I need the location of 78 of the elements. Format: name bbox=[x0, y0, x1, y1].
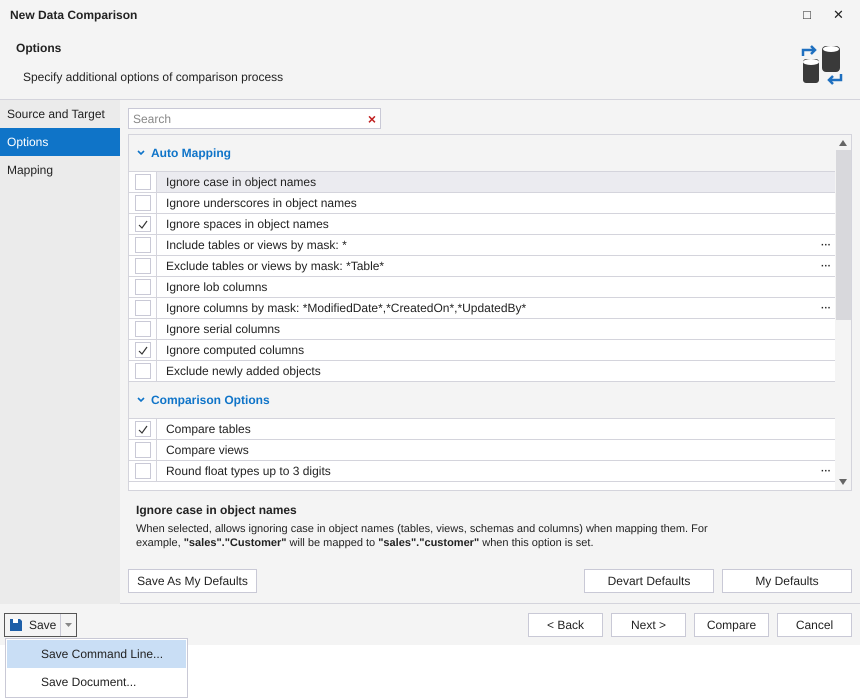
option-label: Round float types up to 3 digits bbox=[166, 463, 331, 480]
option-label: Ignore serial columns bbox=[166, 321, 280, 338]
save-label: Save bbox=[29, 616, 56, 634]
option-label: Ignore case in object names bbox=[166, 174, 316, 191]
option-label: Ignore columns by mask: *ModifiedDate*,*CreatedOn*,*UpdatedBy* bbox=[166, 300, 526, 317]
option-label: Ignore underscores in object names bbox=[166, 195, 357, 212]
devart-defaults-button[interactable]: Devart Defaults bbox=[584, 569, 714, 593]
group-title: Auto Mapping bbox=[151, 145, 231, 162]
page-subtitle: Specify additional options of comparison process bbox=[23, 69, 284, 86]
checkbox[interactable] bbox=[134, 463, 150, 479]
option-row[interactable]: Ignore underscores in object names bbox=[157, 193, 835, 213]
checkbox[interactable] bbox=[134, 279, 150, 295]
option-label: Exclude newly added objects bbox=[166, 363, 321, 380]
option-label: Exclude tables or views by mask: *Table* bbox=[166, 258, 384, 275]
chevron-icon[interactable] bbox=[137, 397, 145, 403]
window-title: New Data Comparison bbox=[10, 7, 138, 24]
ellipsis-button[interactable]: ··· bbox=[821, 300, 831, 316]
save-defaults-button[interactable]: Save As My Defaults bbox=[128, 569, 257, 593]
page-title: Options bbox=[16, 40, 62, 57]
checkmark-icon bbox=[138, 346, 148, 354]
cancel-button[interactable]: Cancel bbox=[777, 612, 852, 636]
next-button[interactable]: Next > bbox=[611, 612, 686, 636]
compare-button[interactable]: Compare bbox=[694, 612, 769, 636]
menu-item[interactable]: Save Command Line... bbox=[7, 640, 186, 668]
option-label: Include tables or views by mask: * bbox=[166, 237, 347, 254]
ellipsis-button[interactable]: ··· bbox=[821, 464, 831, 478]
scrollbar-thumb[interactable] bbox=[836, 150, 850, 320]
close-button[interactable]: ✕ bbox=[833, 5, 844, 25]
ellipsis-button[interactable]: ··· bbox=[821, 258, 831, 274]
sidebar-item[interactable]: Options bbox=[0, 128, 120, 156]
option-row[interactable]: Compare tables bbox=[157, 419, 835, 439]
checkbox[interactable] bbox=[134, 174, 150, 190]
checkbox[interactable] bbox=[134, 363, 150, 379]
option-row[interactable]: Ignore spaces in object names bbox=[157, 214, 835, 234]
option-row[interactable]: Include tables or views by mask: * ··· bbox=[157, 235, 835, 255]
option-row[interactable]: Round float types up to 3 digits ··· bbox=[157, 461, 835, 481]
scrollbar[interactable] bbox=[835, 135, 851, 490]
checkmark-icon bbox=[138, 220, 148, 228]
clear-icon[interactable]: × bbox=[368, 112, 376, 126]
back-button[interactable]: < Back bbox=[528, 612, 603, 636]
sidebar-item[interactable]: Source and Target bbox=[0, 100, 120, 128]
checkbox[interactable] bbox=[134, 342, 150, 358]
chevron-icon[interactable] bbox=[137, 150, 145, 156]
checkbox[interactable] bbox=[134, 421, 150, 437]
checkbox[interactable] bbox=[134, 300, 150, 316]
scroll-down-icon[interactable] bbox=[839, 479, 847, 485]
checkbox[interactable] bbox=[134, 321, 150, 337]
option-row[interactable]: Ignore computed columns bbox=[157, 340, 835, 360]
option-row[interactable]: Ignore columns by mask: *ModifiedDate*,*CreatedOn*,*UpdatedBy* ··· bbox=[157, 298, 835, 318]
my-defaults-button[interactable]: My Defaults bbox=[722, 569, 852, 593]
group-title: Comparison Options bbox=[151, 392, 270, 409]
option-label: Ignore spaces in object names bbox=[166, 216, 329, 233]
option-row[interactable]: Ignore case in object names bbox=[157, 172, 835, 192]
save-split-button[interactable]: Save bbox=[4, 612, 78, 636]
option-row[interactable]: Compare views bbox=[157, 440, 835, 460]
search-field[interactable]: Search × bbox=[128, 108, 381, 129]
option-row[interactable]: Ignore lob columns bbox=[157, 277, 835, 297]
checkbox[interactable] bbox=[134, 258, 150, 274]
option-label: Ignore computed columns bbox=[166, 342, 304, 359]
description-text: When selected, allows ignoring case in object names (tables, views, schemas and columns) when mapping them. For example, "sales"."Customer" will be mapped to "sales"."customer" when this option is set. bbox=[136, 522, 709, 550]
maximize-button[interactable]: □ bbox=[803, 5, 811, 25]
option-row[interactable]: Ignore serial columns bbox=[157, 319, 835, 339]
caret-icon[interactable] bbox=[65, 622, 72, 626]
checkbox[interactable] bbox=[134, 237, 150, 253]
option-label: Ignore lob columns bbox=[166, 279, 268, 296]
option-row[interactable]: Exclude newly added objects bbox=[157, 361, 835, 381]
checkbox[interactable] bbox=[134, 195, 150, 211]
ellipsis-button[interactable]: ··· bbox=[821, 238, 831, 252]
sidebar-item[interactable]: Mapping bbox=[0, 156, 120, 184]
scroll-up-icon[interactable] bbox=[839, 140, 847, 146]
option-label: Compare tables bbox=[166, 421, 251, 438]
option-label: Compare views bbox=[166, 442, 249, 459]
menu-item[interactable]: Save Document... bbox=[7, 668, 186, 696]
checkbox[interactable] bbox=[134, 442, 150, 458]
description-title: Ignore case in object names bbox=[136, 502, 298, 519]
checkmark-icon bbox=[138, 424, 148, 434]
checkbox[interactable] bbox=[134, 216, 150, 232]
option-row[interactable]: Exclude tables or views by mask: *Table* ··· bbox=[157, 256, 835, 276]
